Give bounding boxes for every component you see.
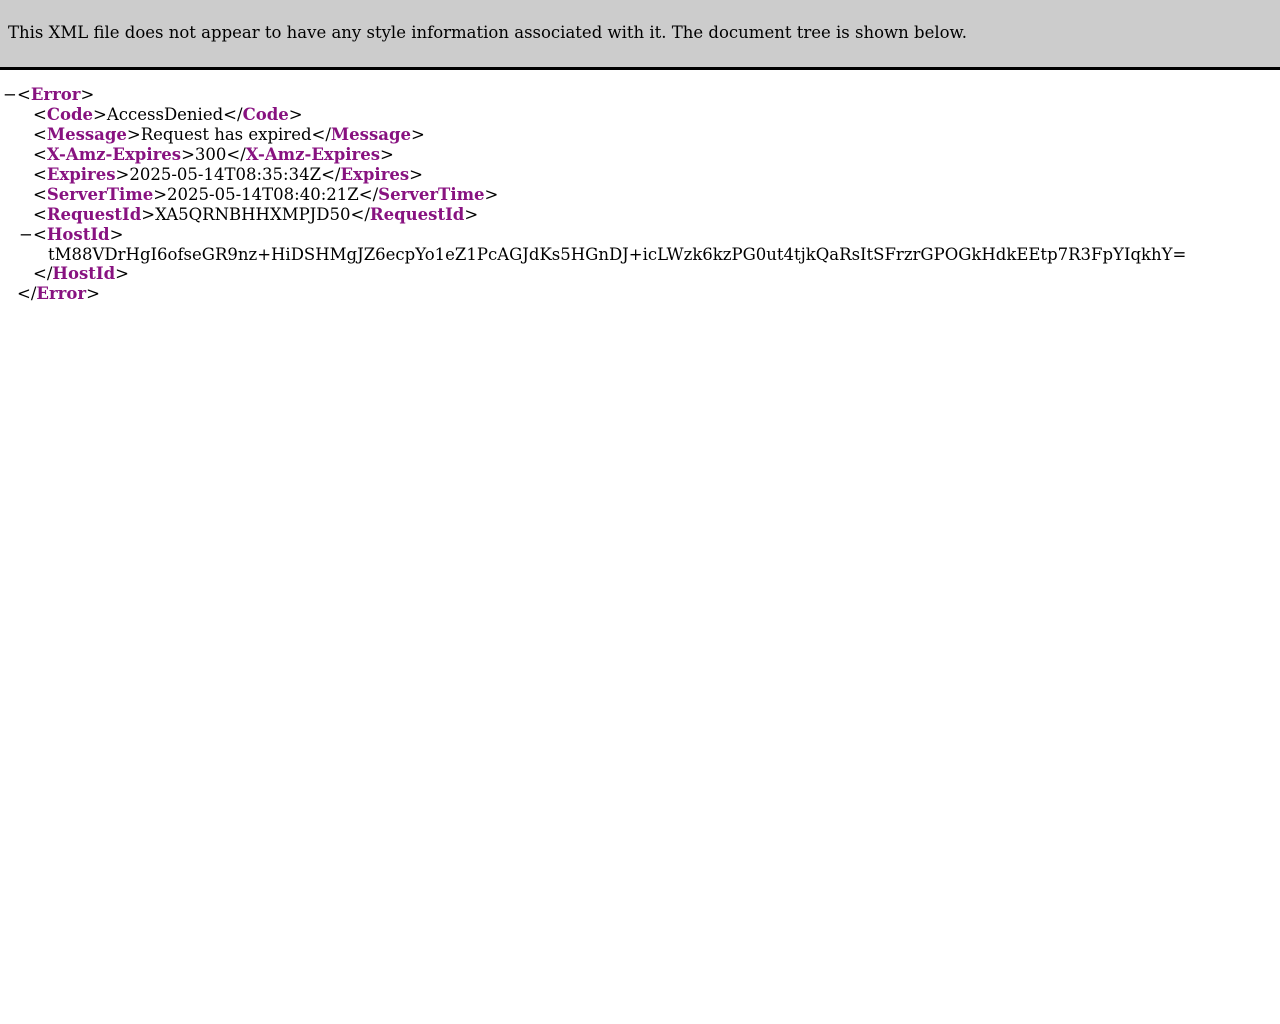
open-bracket: </: [223, 105, 243, 124]
element-tag-open: Code: [46, 105, 94, 124]
close-bracket: >: [141, 205, 156, 224]
element-tag-open: Expires: [46, 165, 116, 184]
hostid-tag-open: HostId: [46, 225, 110, 244]
close-bracket: >: [86, 284, 100, 303]
element-value: 2025-05-14T08:40:21Z: [167, 185, 359, 204]
xml-element-line: <X-Amz-Expires>300</X-Amz-Expires>: [0, 145, 1280, 165]
close-bracket: >: [115, 264, 129, 283]
xml-element-line: <Code>AccessDenied</Code>: [0, 105, 1280, 125]
element-value: 300: [194, 145, 227, 164]
close-bracket: >: [181, 145, 195, 164]
open-bracket: </: [311, 125, 331, 144]
xml-element-line: <Message>Request has expired</Message>: [0, 125, 1280, 145]
close-bracket: >: [109, 225, 124, 244]
hostid-open-line: − <HostId>: [0, 225, 1280, 245]
xml-element-line: <ServerTime>2025-05-14T08:40:21Z</Server…: [0, 185, 1280, 205]
element-tag-close: X-Amz-Expires: [245, 145, 381, 164]
open-bracket: </: [358, 185, 379, 204]
element-tag-close: RequestId: [369, 205, 465, 224]
element-value: Request has expired: [140, 125, 312, 144]
element-tag-close: ServerTime: [378, 185, 485, 204]
open-bracket: <: [33, 165, 47, 184]
open-bracket: <: [33, 105, 47, 124]
close-bracket: >: [115, 165, 130, 184]
element-tag-close: Expires: [340, 165, 410, 184]
element-value: 2025-05-14T08:35:34Z: [129, 165, 322, 184]
collapse-hostid-toggle[interactable]: −: [19, 225, 33, 245]
xml-element-line: <Expires>2025-05-14T08:35:34Z</Expires>: [0, 165, 1280, 185]
open-bracket: </: [226, 145, 246, 164]
hostid-value: tM88VDrHgI6ofseGR9nz+HiDSHMgJZ6ecpYo1eZ1…: [48, 245, 1187, 264]
close-bracket: >: [288, 105, 303, 124]
close-bracket: >: [411, 125, 425, 144]
close-bracket: >: [409, 165, 423, 184]
element-value: XA5QRNBHHXMPJD50: [155, 205, 351, 224]
xml-document-tree: − <Error> <Code>AccessDenied</Code> <Mes…: [0, 85, 1280, 304]
root-tag-open: Error: [30, 85, 81, 104]
hostid-tag-close: HostId: [52, 264, 116, 283]
open-bracket: <: [33, 185, 47, 204]
root-open-line: − <Error>: [0, 85, 1280, 105]
close-bracket: >: [153, 185, 168, 204]
xml-element-line: <RequestId>XA5QRNBHHXMPJD50</RequestId>: [0, 205, 1280, 225]
open-bracket: </: [321, 165, 341, 184]
open-bracket: <: [33, 225, 47, 244]
open-bracket: </: [17, 284, 37, 303]
element-tag-open: X-Amz-Expires: [46, 145, 182, 164]
hostid-value-line: tM88VDrHgI6ofseGR9nz+HiDSHMgJZ6ecpYo1eZ1…: [0, 245, 1280, 264]
root-tag-close: Error: [36, 284, 87, 303]
open-bracket: <: [33, 205, 47, 224]
xml-info-message: This XML file does not appear to have an…: [8, 23, 967, 42]
element-tag-close: Code: [242, 105, 289, 124]
collapse-error-toggle[interactable]: −: [3, 85, 17, 105]
open-bracket: </: [350, 205, 370, 224]
open-bracket: <: [17, 85, 31, 104]
element-tag-open: ServerTime: [46, 185, 154, 204]
close-bracket: >: [380, 145, 394, 164]
xml-info-banner: This XML file does not appear to have an…: [0, 0, 1280, 70]
element-tag-open: RequestId: [46, 205, 142, 224]
close-bracket: >: [484, 185, 499, 204]
close-bracket: >: [80, 85, 95, 104]
open-bracket: <: [33, 125, 47, 144]
open-bracket: </: [33, 264, 53, 283]
element-tag-open: Message: [46, 125, 127, 144]
close-bracket: >: [464, 205, 479, 224]
element-value: AccessDenied: [106, 105, 224, 124]
hostid-close-line: </HostId>: [0, 264, 1280, 284]
element-tag-close: Message: [330, 125, 411, 144]
close-bracket: >: [126, 125, 141, 144]
root-close-line: </Error>: [0, 284, 1280, 304]
open-bracket: <: [33, 145, 47, 164]
close-bracket: >: [93, 105, 107, 124]
